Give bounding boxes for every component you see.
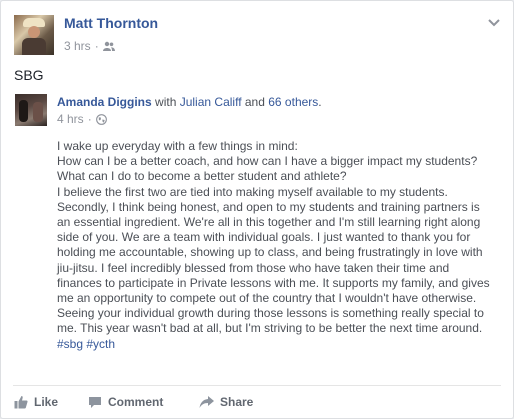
like-label: Like xyxy=(34,395,59,409)
shared-timestamp[interactable]: 4 hrs xyxy=(57,112,84,126)
poster-avatar[interactable] xyxy=(14,15,54,55)
share-label: Share xyxy=(220,395,254,409)
comment-label: Comment xyxy=(108,395,164,409)
shared-author-name[interactable]: Amanda Diggins xyxy=(57,95,152,109)
post-card: Matt Thornton 3 hrs · SBG Amanda Diggins… xyxy=(0,0,514,419)
shared-post: Amanda Diggins with Julian Califf and 66… xyxy=(12,91,503,379)
thumbs-up-icon xyxy=(14,396,28,409)
post-meta: 3 hrs · xyxy=(64,39,115,53)
tagged-others-link[interactable]: 66 others xyxy=(268,95,318,109)
tagged-person[interactable]: Julian Califf xyxy=(180,95,242,109)
action-bar: Like Comment Share xyxy=(14,395,253,409)
like-button[interactable]: Like xyxy=(14,395,88,409)
comment-button[interactable]: Comment xyxy=(88,395,199,409)
comment-icon xyxy=(89,396,101,408)
globe-icon[interactable] xyxy=(95,113,107,125)
shared-meta: 4 hrs · xyxy=(57,112,107,126)
shared-post-header: Amanda Diggins with Julian Califf and 66… xyxy=(57,95,322,109)
share-button[interactable]: Share xyxy=(199,395,253,409)
friends-icon[interactable] xyxy=(102,41,115,51)
chevron-down-icon[interactable] xyxy=(487,15,501,29)
divider xyxy=(13,385,501,386)
shared-author-avatar[interactable] xyxy=(15,94,47,126)
poster-name[interactable]: Matt Thornton xyxy=(64,15,158,31)
share-icon xyxy=(199,395,214,408)
shared-post-body: I wake up everyday with a few things in … xyxy=(57,139,490,351)
hashtags[interactable]: #sbg #ycth xyxy=(57,337,115,351)
post-text: SBG xyxy=(14,67,44,83)
post-timestamp[interactable]: 3 hrs xyxy=(64,39,91,53)
